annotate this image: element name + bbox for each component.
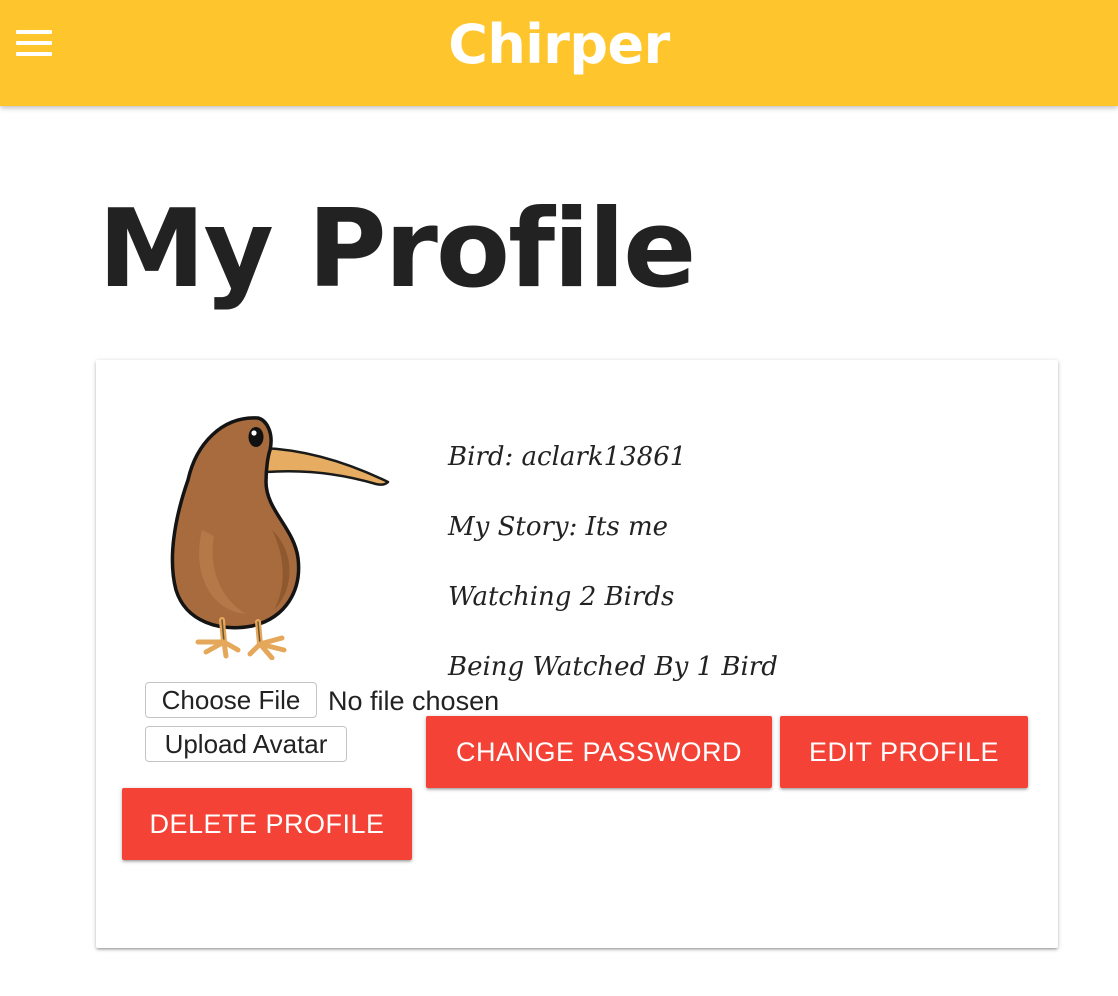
hamburger-menu-icon[interactable]	[16, 30, 52, 56]
bird-username: Bird: aclark13861	[448, 442, 687, 472]
edit-profile-button[interactable]: EDIT PROFILE	[780, 716, 1028, 788]
brand-title: Chirper	[0, 10, 1118, 80]
file-status-text: No file chosen	[328, 686, 500, 716]
my-story: My Story: Its me	[448, 512, 668, 542]
page-title: My Profile	[98, 187, 696, 312]
kiwi-bird-avatar	[170, 416, 390, 660]
upload-avatar-button[interactable]: Upload Avatar	[145, 726, 347, 762]
watched-by-count: Being Watched By 1 Bird	[448, 652, 778, 682]
choose-file-button[interactable]: Choose File	[145, 682, 317, 718]
change-password-button[interactable]: CHANGE PASSWORD	[426, 716, 772, 788]
brand-logo-link[interactable]: Chirper	[448, 13, 670, 76]
top-navbar: Chirper	[0, 0, 1118, 106]
watching-count: Watching 2 Birds	[448, 582, 675, 612]
delete-profile-button[interactable]: DELETE PROFILE	[122, 788, 412, 860]
